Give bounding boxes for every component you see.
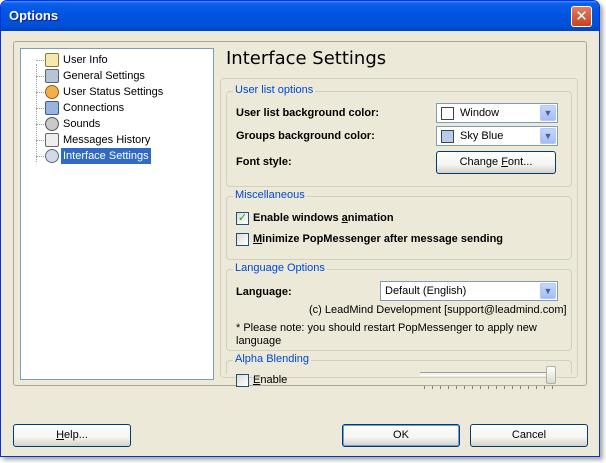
minimize-after-send-label[interactable]: Minimize PopMessenger after message send… (253, 233, 503, 245)
language-options-group: Language Options Language: Default (Engl… (226, 262, 572, 351)
tree-label: User Status Settings (63, 86, 164, 98)
groups-bg-color-label: Groups background color: (236, 130, 375, 142)
group-title: Language Options (233, 262, 327, 274)
font-style-label: Font style: (236, 156, 292, 168)
tree-item-user-info[interactable]: User Info (21, 52, 211, 68)
page-title: Interface Settings (226, 48, 387, 69)
title-bar[interactable]: Options ✕ (1, 1, 599, 31)
cancel-button[interactable]: Cancel (470, 424, 588, 447)
user-list-bg-color-select[interactable]: Window ▼ (436, 103, 558, 123)
groups-bg-color-select[interactable]: Sky Blue ▼ (436, 126, 558, 146)
group-title: User list options (233, 84, 316, 96)
language-label: Language: (236, 286, 292, 298)
category-tree[interactable]: User Info General Settings User Status S… (20, 48, 214, 380)
alpha-enable-label[interactable]: Enable (253, 374, 287, 386)
select-value: Window (460, 107, 500, 119)
history-icon (45, 133, 59, 147)
user-list-bg-color-label: User list background color: (236, 107, 380, 119)
tree-label: User Info (63, 54, 108, 66)
tree-item-interface-settings[interactable]: Interface Settings (21, 148, 211, 164)
tree-item-messages-history[interactable]: Messages History (21, 132, 211, 148)
chevron-down-icon[interactable]: ▼ (540, 105, 556, 121)
restart-note: * Please note: you should restart PopMes… (236, 322, 537, 347)
dialog-client: User Info General Settings User Status S… (5, 31, 595, 453)
chevron-down-icon[interactable]: ▼ (540, 128, 556, 144)
enable-animation-checkbox[interactable]: ✓ (236, 212, 249, 225)
user-card-icon (45, 53, 59, 67)
tree-item-connections[interactable]: Connections (21, 100, 211, 116)
tree-label: General Settings (63, 70, 145, 82)
enable-animation-label[interactable]: Enable windows animation (253, 212, 394, 224)
alpha-slider-thumb[interactable] (546, 366, 556, 384)
chevron-down-icon[interactable]: ▼ (540, 283, 556, 299)
select-value: Sky Blue (460, 130, 504, 142)
tree-label: Sounds (63, 118, 101, 130)
miscellaneous-group: Miscellaneous ✓ Enable windows animation… (226, 189, 572, 260)
sliders-icon (45, 69, 59, 83)
tree-item-user-status-settings[interactable]: User Status Settings (21, 84, 211, 100)
alpha-slider-track[interactable] (420, 372, 554, 376)
help-button[interactable]: Help... (13, 424, 131, 447)
color-swatch (441, 107, 454, 120)
language-select[interactable]: Default (English) ▼ (380, 281, 558, 301)
connections-icon (45, 101, 59, 115)
alpha-slider-ticks (424, 386, 554, 389)
group-title: Alpha Blending (233, 353, 312, 365)
tree-label: Messages History (63, 134, 151, 146)
color-swatch (441, 130, 454, 143)
close-icon[interactable]: ✕ (571, 6, 592, 27)
alpha-enable-checkbox[interactable] (236, 374, 249, 387)
tree-label-selected: Interface Settings (61, 148, 151, 164)
credit-text: (c) LeadMind Development [support@leadmi… (309, 304, 567, 316)
settings-pane: Interface Settings User list options Use… (220, 48, 580, 389)
ok-button[interactable]: OK (342, 424, 460, 447)
settings-box: User list options User list background c… (220, 78, 578, 389)
change-font-button[interactable]: Change Font... (436, 151, 556, 174)
interface-settings-icon (45, 149, 59, 163)
tree-item-sounds[interactable]: Sounds (21, 116, 211, 132)
user-list-options-group: User list options User list background c… (226, 84, 572, 187)
options-window: Options ✕ User Info General Settings Use… (0, 0, 600, 457)
user-status-icon (45, 85, 59, 99)
group-title: Miscellaneous (233, 189, 307, 201)
select-value: Default (English) (385, 285, 467, 297)
tree-label: Connections (63, 102, 125, 114)
minimize-after-send-checkbox[interactable] (236, 233, 249, 246)
tree-item-general-settings[interactable]: General Settings (21, 68, 211, 84)
window-title: Options (9, 8, 59, 23)
music-note-icon (45, 117, 59, 131)
options-panel: User Info General Settings User Status S… (13, 41, 587, 389)
